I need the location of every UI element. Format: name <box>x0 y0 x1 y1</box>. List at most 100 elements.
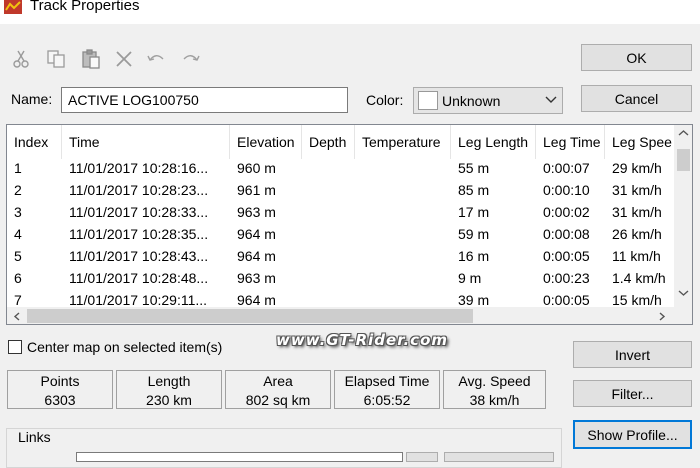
stat-box: Avg. Speed 38 km/h <box>443 370 546 409</box>
filter-button[interactable]: Filter... <box>573 380 692 407</box>
table-cell: 964 m <box>237 248 276 264</box>
links-list[interactable] <box>76 452 403 462</box>
table-cell <box>355 270 451 292</box>
table-row[interactable]: 6 11/01/2017 10:28:48... 963 m 9 m 0:00:23 1.… <box>7 270 674 292</box>
table-cell: 11/01/2017 10:28:23... <box>69 182 209 198</box>
table-cell: 55 m <box>458 160 490 176</box>
stat-label: Length <box>147 373 191 389</box>
table-cell <box>302 182 355 204</box>
table-cell: 17 m <box>458 204 490 220</box>
table-cell: 11/01/2017 10:28:43... <box>69 248 209 264</box>
show-profile-button[interactable]: Show Profile... <box>573 420 692 449</box>
column-header[interactable]: Elevation <box>230 125 302 159</box>
column-header[interactable]: Leg Time <box>536 125 605 159</box>
column-header[interactable]: Temperature <box>355 125 451 159</box>
vertical-scrollbar[interactable] <box>674 125 692 308</box>
vertical-scroll-thumb[interactable] <box>677 149 690 171</box>
table-row[interactable]: 5 11/01/2017 10:28:43... 964 m 16 m 0:00:05 1… <box>7 248 674 270</box>
scroll-up-icon <box>678 130 689 136</box>
column-header[interactable]: Time <box>62 125 230 159</box>
table-cell <box>355 160 451 182</box>
name-input[interactable]: ACTIVE LOG100750 <box>61 87 348 113</box>
table-cell <box>355 226 451 248</box>
stat-label: Avg. Speed <box>458 373 531 389</box>
color-select[interactable]: Unknown <box>413 87 563 114</box>
table-cell: 3 <box>14 204 22 220</box>
table-cell <box>355 248 451 270</box>
stat-label: Points <box>40 373 80 389</box>
table-cell <box>355 182 451 204</box>
column-header[interactable]: Depth <box>302 125 355 159</box>
stat-value: 802 sq km <box>245 392 311 408</box>
copy-icon[interactable] <box>45 48 67 70</box>
horizontal-scrollbar[interactable] <box>7 307 692 324</box>
table-cell: 11/01/2017 10:28:16... <box>69 160 209 176</box>
table-cell: 0:00:02 <box>543 204 590 220</box>
table-cell: 0:00:08 <box>543 226 590 242</box>
scroll-down-icon <box>678 290 689 296</box>
table-cell: 85 m <box>458 182 490 198</box>
horizontal-scroll-thumb[interactable] <box>27 309 473 323</box>
stat-value: 6303 <box>44 392 76 408</box>
chevron-down-icon <box>544 93 558 107</box>
table-cell: 0:00:07 <box>543 160 590 176</box>
column-header[interactable]: Index <box>7 125 62 159</box>
table-row[interactable]: 4 11/01/2017 10:28:35... 964 m 59 m 0:00:08 2… <box>7 226 674 248</box>
stat-label: Elapsed Time <box>344 373 430 389</box>
cut-icon[interactable] <box>10 48 32 70</box>
table-cell <box>302 160 355 182</box>
stat-value: 230 km <box>146 392 192 408</box>
track-points-table[interactable]: Index Time Elevation Depth Temperature Leg Le… <box>6 124 693 325</box>
table-row[interactable]: 1 11/01/2017 10:28:16... 960 m 55 m 0:00:07 2… <box>7 160 674 182</box>
links-button[interactable] <box>406 452 438 462</box>
table-cell: 960 m <box>237 160 276 176</box>
links-group <box>6 428 562 468</box>
table-cell <box>302 204 355 226</box>
invert-button[interactable]: Invert <box>573 341 692 368</box>
table-cell: 963 m <box>237 270 276 286</box>
delete-icon[interactable] <box>113 48 135 70</box>
table-cell: 31 km/h <box>612 204 662 220</box>
table-cell: 963 m <box>237 204 276 220</box>
column-header[interactable]: Leg Spee <box>605 125 675 159</box>
cancel-button[interactable]: Cancel <box>581 85 692 112</box>
name-label: Name: <box>11 91 53 107</box>
color-label: Color: <box>366 92 404 108</box>
center-map-checkbox[interactable] <box>8 340 22 354</box>
table-cell: 16 m <box>458 248 490 264</box>
table-cell: 1.4 km/h <box>612 270 666 286</box>
table-cell: 4 <box>14 226 22 242</box>
column-header[interactable]: Leg Length <box>451 125 536 159</box>
undo-icon[interactable] <box>145 48 167 70</box>
color-value: Unknown <box>442 93 501 109</box>
center-map-label: Center map on selected item(s) <box>27 339 223 355</box>
table-cell: 11/01/2017 10:28:48... <box>69 270 209 286</box>
table-cell <box>302 226 355 248</box>
table-cell: 1 <box>14 160 22 176</box>
stat-label: Area <box>263 373 293 389</box>
table-row[interactable]: 3 11/01/2017 10:28:33... 963 m 17 m 0:00:02 3… <box>7 204 674 226</box>
table-cell <box>355 204 451 226</box>
table-cell <box>302 248 355 270</box>
window-title: Track Properties <box>30 0 140 14</box>
stat-box: Points 6303 <box>7 370 113 409</box>
table-cell: 9 m <box>458 270 482 286</box>
table-cell: 6 <box>14 270 22 286</box>
stat-box: Length 230 km <box>116 370 222 409</box>
paste-icon[interactable] <box>80 48 102 70</box>
table-row[interactable]: 2 11/01/2017 10:28:23... 961 m 85 m 0:00:10 3… <box>7 182 674 204</box>
table-cell: 11/01/2017 10:28:33... <box>69 204 209 220</box>
table-cell: 59 m <box>458 226 490 242</box>
table-cell: 11 km/h <box>612 248 661 264</box>
ok-button[interactable]: OK <box>581 44 692 71</box>
table-cell: 964 m <box>237 226 276 242</box>
table-cell: 0:00:10 <box>543 182 590 198</box>
app-icon <box>4 0 22 14</box>
table-cell: 31 km/h <box>612 182 662 198</box>
stat-value: 38 km/h <box>469 392 520 408</box>
links-action-button[interactable] <box>444 452 554 462</box>
redo-icon[interactable] <box>180 48 202 70</box>
table-cell: 0:00:23 <box>543 270 590 286</box>
stat-value: 6:05:52 <box>363 392 411 408</box>
table-cell: 2 <box>14 182 22 198</box>
